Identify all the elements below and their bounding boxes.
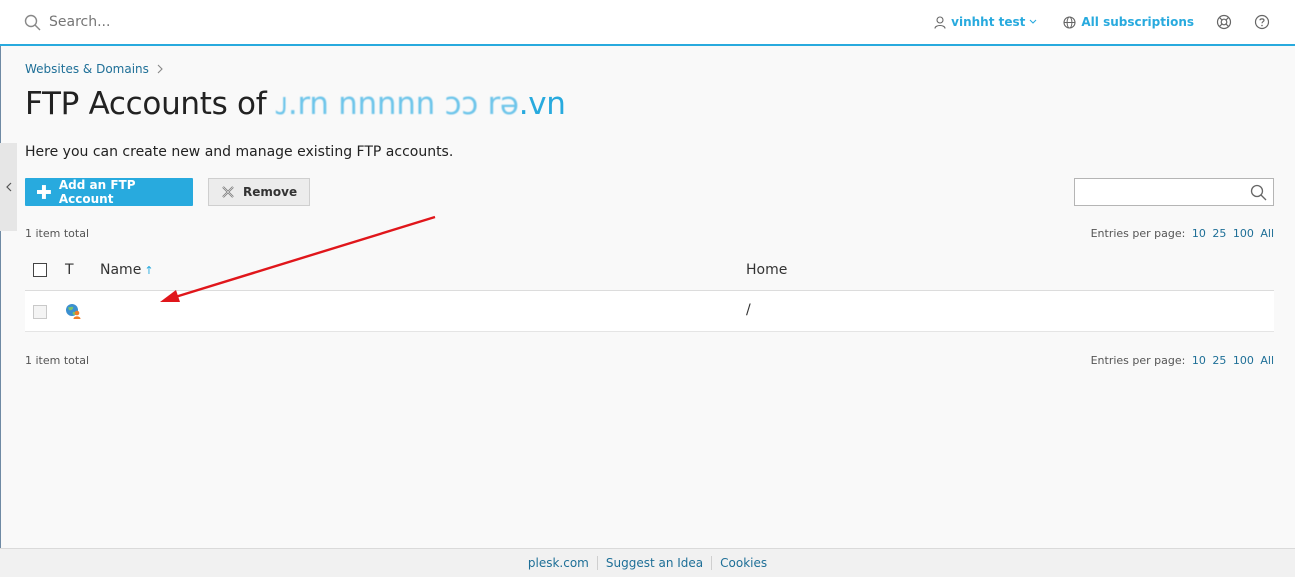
entries-option-100[interactable]: 100 [1233,354,1254,367]
entries-per-page-top: Entries per page: 10 25 100 All [1091,227,1274,240]
user-menu[interactable]: vinhht test [934,15,1037,29]
entries-option-all[interactable]: All [1260,227,1274,240]
item-total-bottom: 1 item total [25,354,89,367]
table-header: T Name ↑ Home [25,250,1274,291]
page-description: Here you can create new and manage exist… [25,144,454,160]
plus-icon [37,185,51,199]
chevron-left-icon [5,182,11,192]
support-button[interactable] [1216,14,1232,30]
entries-option-10[interactable]: 10 [1192,354,1206,367]
footer: plesk.com Suggest an Idea Cookies [0,548,1295,577]
search-icon[interactable] [1250,184,1267,201]
lifebuoy-icon [1216,14,1232,30]
add-ftp-account-button[interactable]: Add an FTP Account [25,178,193,206]
subscriptions-menu[interactable]: All subscriptions [1063,15,1194,29]
breadcrumb-websites-domains[interactable]: Websites & Domains [25,62,149,76]
entries-per-page-label: Entries per page: [1090,227,1186,240]
footer-link-plesk[interactable]: plesk.com [520,556,597,570]
top-bar: Search... vinhht test All subscriptions [0,0,1295,46]
left-edge-line [0,46,1,577]
remove-button[interactable]: Remove [208,178,310,206]
breadcrumb: Websites & Domains [25,62,163,76]
globe-icon [1063,15,1076,29]
entries-option-25[interactable]: 25 [1212,227,1226,240]
ftp-account-icon [66,304,81,319]
entries-option-100[interactable]: 100 [1233,227,1254,240]
entries-option-10[interactable]: 10 [1192,227,1206,240]
global-search[interactable]: Search... [24,14,110,31]
column-home: Home [746,262,788,278]
global-search-placeholder[interactable]: Search... [49,14,110,30]
help-icon [1254,14,1270,30]
sidebar-toggle[interactable] [0,143,17,231]
select-all-checkbox[interactable] [33,263,47,277]
ftp-accounts-table: T Name ↑ Home / [25,250,1274,332]
column-name-label[interactable]: Name [100,262,141,278]
row-checkbox[interactable] [33,305,47,319]
page-title-domain-suffix: .vn [518,86,566,122]
entries-option-25[interactable]: 25 [1212,354,1226,367]
user-icon [934,15,946,29]
subscriptions-label[interactable]: All subscriptions [1081,15,1194,29]
chevron-right-icon [157,64,163,74]
search-icon [24,14,41,30]
footer-link-cookies[interactable]: Cookies [712,556,775,570]
list-search-input[interactable] [1075,179,1245,205]
column-type: T [65,262,74,278]
entries-option-all[interactable]: All [1260,354,1274,367]
page-title-prefix: FTP Accounts of [25,86,267,122]
add-ftp-account-label: Add an FTP Account [58,178,136,206]
entries-per-page-bottom: Entries per page: 10 25 100 All [1091,354,1274,367]
entries-per-page-label: Entries per page: [1090,354,1186,367]
chevron-down-icon [1029,19,1037,24]
column-name-sort[interactable]: Name ↑ [100,262,154,278]
table-row: / [25,291,1274,332]
page-title-domain-blurred: ᴊ.rn nnnnn ɔɔ rə [275,86,519,122]
row-home: / [746,302,751,318]
remove-x-icon [222,186,234,198]
footer-link-suggest-idea[interactable]: Suggest an Idea [598,556,711,570]
page-title: FTP Accounts of ᴊ.rn nnnnn ɔɔ rə.vn [25,86,566,122]
remove-label: Remove [243,185,298,199]
list-search-box[interactable] [1074,178,1274,206]
item-total-top: 1 item total [25,227,89,240]
user-name[interactable]: vinhht test [951,15,1025,29]
help-button[interactable] [1254,14,1270,30]
sort-ascending-icon: ↑ [144,264,154,277]
